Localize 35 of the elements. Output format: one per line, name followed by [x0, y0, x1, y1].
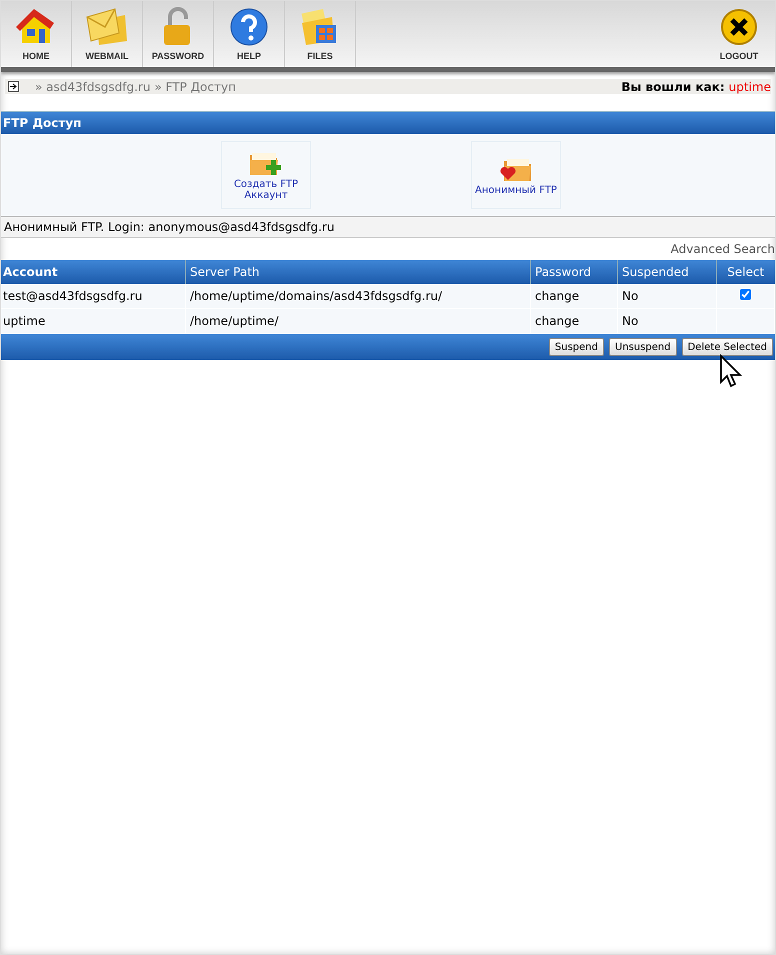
login-label: Вы вошли как:: [621, 80, 725, 94]
toolbar-button[interactable]: HOME: [1, 1, 72, 67]
logout-button[interactable]: LOGOUT: [709, 1, 769, 67]
column-header: Suspended: [618, 260, 716, 284]
column-header: Server Path: [186, 260, 530, 284]
table-cell: uptime: [1, 308, 186, 334]
toolbar-button[interactable]: HELP: [214, 1, 285, 67]
expand-icon[interactable]: [8, 81, 19, 92]
column-header: Password: [530, 260, 618, 284]
action-button[interactable]: Suspend: [548, 338, 604, 356]
table-cell: change: [530, 284, 618, 308]
table-cell: test@asd43fdsgsdfg.ru: [1, 284, 186, 308]
section-header: FTP Доступ: [1, 111, 775, 134]
mouse-cursor-icon: [719, 354, 745, 388]
envelope-icon: [85, 7, 129, 47]
column-header: Select: [716, 260, 774, 284]
action-tile[interactable]: Анонимный FTP: [471, 141, 561, 209]
action-button[interactable]: Unsuspend: [609, 338, 677, 356]
table-cell: No: [618, 308, 716, 334]
action-button[interactable]: Delete Selected: [682, 338, 773, 356]
action-tile[interactable]: Создать FTP Аккаунт: [221, 141, 311, 209]
toolbar-button[interactable]: WEBMAIL: [72, 1, 143, 67]
select-checkbox[interactable]: [740, 289, 751, 300]
table-cell: No: [618, 284, 716, 308]
table-cell: change: [530, 308, 618, 334]
breadcrumb-link[interactable]: » FTP Доступ: [154, 80, 236, 94]
table-cell: /home/uptime/: [186, 308, 530, 334]
info-text: Анонимный FTP. Login: anonymous@asd43fdsgsdfg.ru: [1, 217, 775, 238]
toolbar-button[interactable]: PASSWORD: [143, 1, 214, 67]
advanced-search-link[interactable]: Advanced Search: [670, 242, 775, 256]
username: uptime: [728, 80, 771, 94]
breadcrumb-link[interactable]: » asd43fdsgsdfg.ru: [35, 80, 150, 94]
table-cell: /home/uptime/domains/asd43fdsgsdfg.ru/: [186, 284, 530, 308]
toolbar-button[interactable]: FILES: [285, 1, 356, 67]
column-header: Account: [1, 260, 186, 284]
